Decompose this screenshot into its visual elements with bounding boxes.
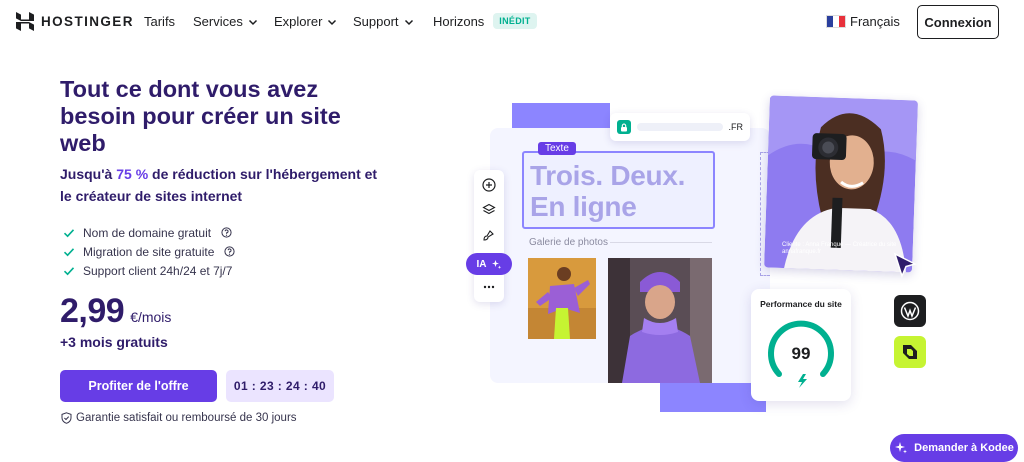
url-bar: .FR: [610, 113, 750, 141]
hostinger-logo[interactable]: HOSTINGER: [16, 12, 134, 31]
lock-icon: [617, 120, 631, 134]
language-selector[interactable]: Français: [826, 14, 900, 29]
more-options-icon[interactable]: [482, 280, 496, 294]
nav-explorer[interactable]: Explorer: [274, 14, 337, 29]
price-unit: €/mois: [130, 309, 172, 325]
editor-toolbar: [474, 170, 504, 302]
feature-item: Migration de site gratuite: [63, 242, 235, 261]
new-badge: INÉDIT: [493, 13, 537, 29]
nav-horizons[interactable]: Horizons INÉDIT: [433, 13, 537, 29]
nav-tarifs-label: Tarifs: [144, 14, 176, 29]
feature-label: Migration de site gratuite: [83, 244, 215, 259]
nav-explorer-label: Explorer: [274, 14, 323, 29]
subtitle-prefix: Jusqu'à: [60, 166, 117, 182]
add-circle-icon[interactable]: [482, 178, 496, 192]
performance-card: Performance du site 99: [751, 289, 851, 401]
url-placeholder: [637, 123, 723, 131]
shield-check-icon: [61, 412, 72, 424]
countdown-timer: 01 : 23 : 24 : 40: [226, 370, 334, 402]
language-label: Français: [850, 14, 900, 29]
ai-button[interactable]: IA: [466, 253, 512, 275]
sparkles-icon: [491, 259, 501, 269]
price-value: 2,99: [60, 292, 125, 330]
check-icon: [63, 266, 75, 275]
french-flag-icon: [826, 15, 846, 28]
guarantee-label: Garantie satisfait ou remboursé de 30 jo…: [76, 412, 297, 424]
nav-services-label: Services: [193, 14, 243, 29]
feature-item: Support client 24h/24 et 7j/7: [63, 261, 235, 280]
gallery-label: Galerie de photos: [529, 237, 608, 248]
price: 2,99 €/mois: [60, 292, 171, 331]
top-navigation: HOSTINGER Tarifs Services Explorer Suppo…: [0, 0, 1024, 44]
url-tld: .FR: [728, 122, 744, 132]
nav-services[interactable]: Services: [193, 14, 258, 29]
discount-percent: 75 %: [116, 166, 149, 182]
hero-subtitle: Jusqu'à 75 % de réduction sur l'hébergem…: [60, 163, 380, 207]
feature-label: Nom de domaine gratuit: [83, 225, 212, 240]
help-icon[interactable]: [221, 227, 232, 238]
ai-label: IA: [476, 258, 487, 270]
chevron-down-icon: [328, 19, 337, 25]
wordpress-icon: [894, 295, 926, 327]
gallery-photo-purple-suit: [528, 258, 596, 339]
text-tag: Texte: [538, 142, 576, 155]
hostinger-logo-icon: [16, 12, 34, 31]
performance-title: Performance du site: [760, 299, 842, 309]
guarantee-note: Garantie satisfait ou remboursé de 30 jo…: [61, 412, 297, 424]
decorative-block: [512, 103, 610, 129]
feature-list: Nom de domaine gratuit Migration de site…: [63, 223, 235, 280]
sparkles-icon: [895, 442, 908, 454]
feature-item: Nom de domaine gratuit: [63, 223, 235, 242]
check-icon: [63, 247, 75, 256]
nav-tarifs[interactable]: Tarifs: [144, 14, 175, 29]
claim-offer-button[interactable]: Profiter de l'offre: [60, 370, 217, 402]
portrait-caption: Cliente : Anna Franque — Créatrice du si…: [782, 242, 897, 255]
check-icon: [63, 228, 75, 237]
ask-kodee-button[interactable]: Demander à Kodee: [890, 434, 1018, 462]
horizons-icon: [894, 336, 926, 368]
bonus-months: +3 mois gratuits: [60, 334, 168, 350]
chevron-down-icon: [404, 19, 413, 25]
login-button[interactable]: Connexion: [917, 5, 999, 39]
help-icon[interactable]: [224, 246, 235, 257]
gallery-photo-purple-hat: [608, 258, 712, 383]
chevron-down-icon: [248, 19, 257, 25]
hero-title: Tout ce dont vous avez besoin pour créer…: [60, 76, 341, 156]
gallery-divider: [610, 242, 712, 243]
nav-support[interactable]: Support: [353, 14, 414, 29]
brand-name: HOSTINGER: [41, 14, 134, 29]
mouse-pointer-icon: [893, 252, 918, 279]
nav-horizons-label: Horizons: [433, 13, 485, 29]
ask-kodee-label: Demander à Kodee: [914, 442, 1014, 454]
layers-icon[interactable]: [482, 203, 496, 217]
performance-score: 99: [791, 344, 811, 363]
feature-label: Support client 24h/24 et 7j/7: [83, 263, 233, 278]
brush-icon[interactable]: [482, 228, 496, 242]
nav-support-label: Support: [353, 14, 399, 29]
headline-preview: Trois. Deux. En ligne: [530, 160, 686, 222]
